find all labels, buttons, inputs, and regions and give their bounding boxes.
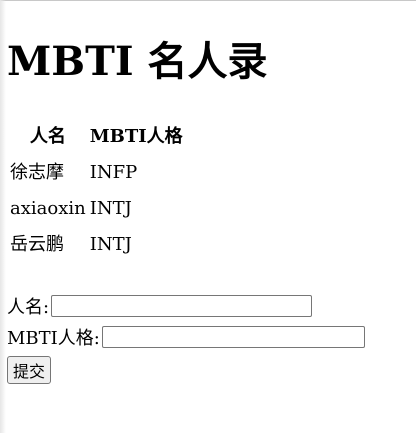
add-celebrity-form: 人名: MBTI人格: 提交 (7, 290, 365, 384)
mbti-type-label: MBTI人格: (7, 327, 100, 349)
cell-mbti-type: INFP (89, 162, 138, 183)
page-title: MBTI 名人录 (7, 38, 268, 85)
table-row: axiaoxin INTJ (9, 192, 184, 226)
cell-name: axiaoxin (10, 198, 86, 219)
mbti-type-input[interactable] (101, 325, 365, 348)
table-row: 徐志摩 INFP (9, 156, 184, 190)
cell-mbti-type: INTJ (89, 234, 132, 255)
name-field-row: 人名: (7, 290, 365, 321)
window-left-shadow (0, 0, 6, 433)
cell-name: 岳云鹏 (10, 234, 64, 255)
window-top-border (0, 0, 416, 1)
header-name: 人名 (29, 126, 66, 147)
mbti-field-row: MBTI人格: (7, 321, 365, 352)
cell-name: 徐志摩 (10, 162, 64, 183)
table-header-row: 人名 MBTI人格 (9, 120, 184, 154)
header-mbti-type: MBTI人格 (89, 126, 183, 147)
name-input[interactable] (51, 294, 313, 317)
celebrity-table: 人名 MBTI人格 徐志摩 INFP axiaoxin INTJ 岳云鹏 INT… (7, 118, 186, 264)
cell-mbti-type: INTJ (89, 198, 132, 219)
submit-button[interactable]: 提交 (7, 356, 52, 384)
table-row: 岳云鹏 INTJ (9, 228, 184, 262)
name-label: 人名: (7, 296, 50, 318)
